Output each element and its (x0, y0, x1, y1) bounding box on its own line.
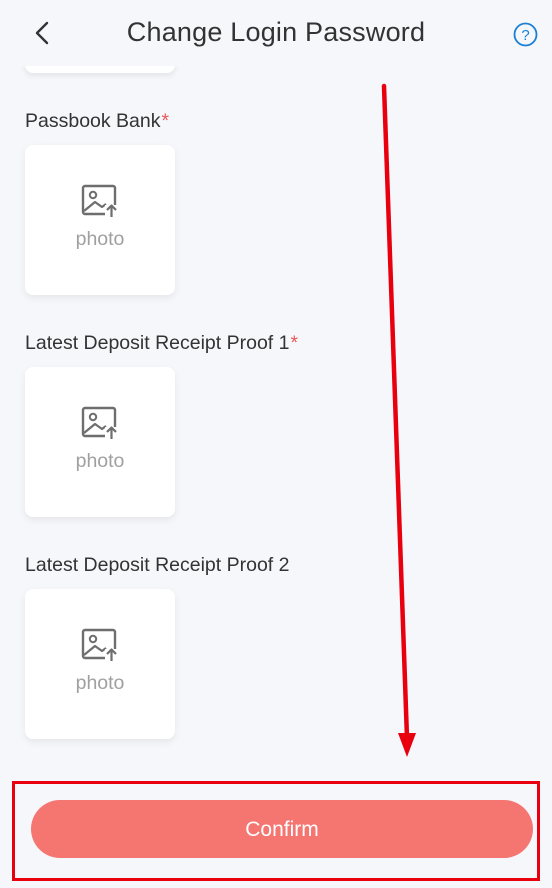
page-title: Change Login Password (126, 17, 426, 47)
deposit-proof-1-upload[interactable]: photo (25, 367, 175, 517)
passbook-bank-upload[interactable]: photo (25, 145, 175, 295)
field-label-passbook-bank: Passbook Bank* (25, 110, 169, 133)
upload-placeholder-text: photo (75, 672, 125, 694)
deposit-proof-2-upload[interactable]: photo (25, 589, 175, 739)
help-symbol: ? (521, 27, 529, 44)
image-upload-icon (81, 406, 119, 440)
image-upload-icon (81, 184, 119, 218)
field-label-text: Latest Deposit Receipt Proof 2 (25, 554, 290, 576)
help-button[interactable]: ? (513, 22, 538, 47)
required-asterisk: * (290, 332, 299, 354)
field-label-text: Latest Deposit Receipt Proof 1 (25, 332, 290, 354)
upload-placeholder-text: photo (75, 228, 125, 250)
question-circle-icon: ? (513, 22, 538, 47)
field-label-deposit-proof-2: Latest Deposit Receipt Proof 2 (25, 554, 290, 577)
image-upload-icon (81, 628, 119, 662)
confirm-button[interactable]: Confirm (31, 800, 533, 858)
field-label-text: Passbook Bank (25, 110, 161, 132)
top-nav-bar: Change Login Password ? (0, 0, 552, 66)
field-label-deposit-proof-1: Latest Deposit Receipt Proof 1* (25, 332, 298, 355)
upload-placeholder-text: photo (75, 450, 125, 472)
app-screen: Change Login Password ? Passbook Bank* p… (0, 0, 552, 888)
required-asterisk: * (161, 110, 170, 132)
